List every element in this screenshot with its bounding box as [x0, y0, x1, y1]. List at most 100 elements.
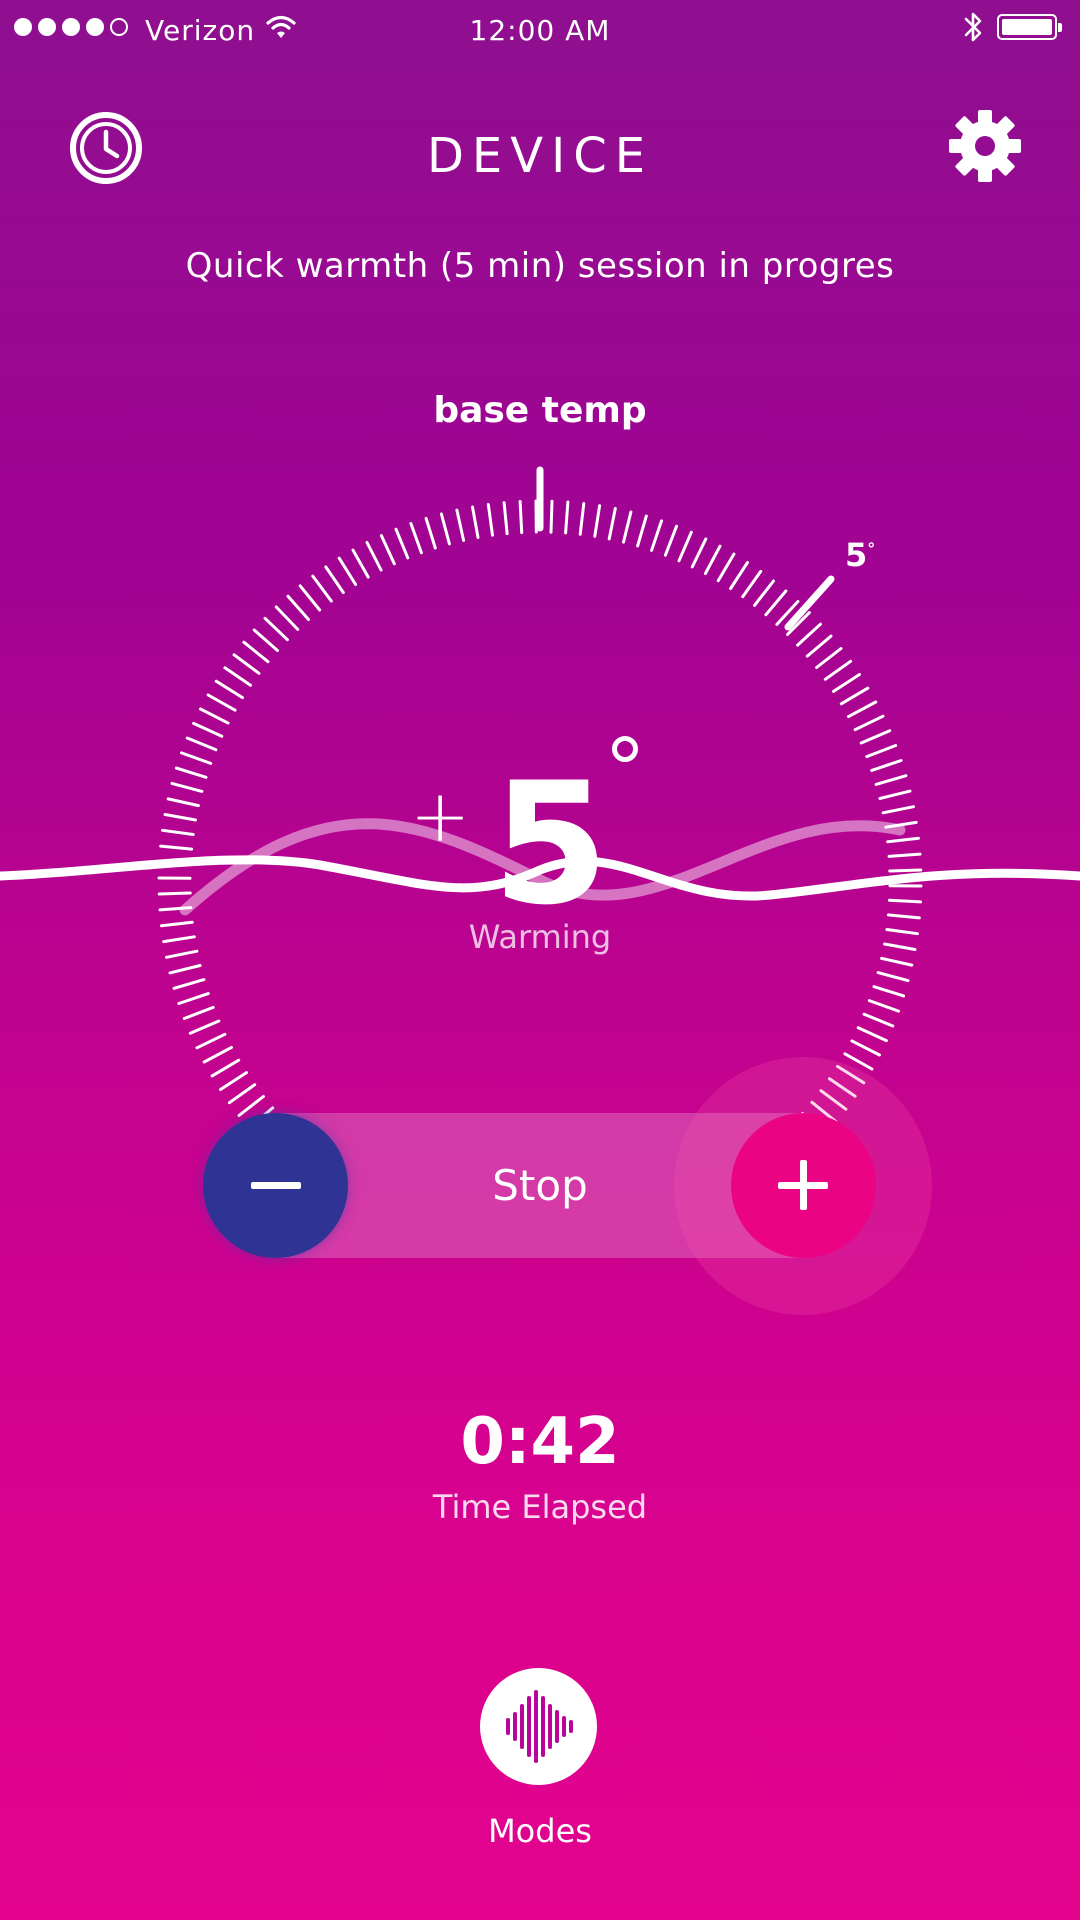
- dial-tick: [888, 868, 923, 873]
- dial-tick: [764, 589, 788, 617]
- dial-tick: [471, 505, 480, 539]
- dial-tick: [252, 628, 279, 652]
- dial-tick: [159, 844, 194, 851]
- dial-tick: [210, 1058, 241, 1078]
- dial-tick: [192, 721, 224, 738]
- minus-icon: [251, 1182, 301, 1189]
- temperature-sign: +: [410, 774, 471, 858]
- dial-tick: [650, 519, 663, 552]
- dial-tick: [188, 1019, 221, 1035]
- elapsed-time-label: Time Elapsed: [432, 1488, 648, 1526]
- dial-tick: [195, 1032, 227, 1050]
- dial-tick: [157, 891, 192, 896]
- modes-label: Modes: [488, 1812, 592, 1850]
- dial-tick: [172, 978, 206, 990]
- bluetooth-icon: [964, 12, 982, 42]
- degree-icon: [612, 736, 638, 762]
- dial-tick: [166, 797, 200, 808]
- dial-tick: [850, 1039, 881, 1057]
- increase-temp-button[interactable]: [731, 1113, 876, 1258]
- dial-tick: [865, 744, 898, 759]
- dial-tick: [242, 640, 270, 664]
- dial-tick: [805, 634, 833, 658]
- dial-tick: [337, 556, 358, 586]
- dial-tick: [859, 729, 892, 745]
- dial-setpoint-marker: [784, 575, 835, 631]
- dial-tick: [174, 766, 208, 779]
- dial-tick: [880, 956, 914, 967]
- dial-tick: [223, 666, 252, 687]
- dial-tick: [786, 611, 811, 636]
- dial-tick: [263, 616, 289, 642]
- dial-tick: [168, 964, 202, 975]
- temperature-readout: + 5: [410, 736, 670, 928]
- dial-tick: [202, 1045, 233, 1064]
- dial-tick: [409, 522, 423, 555]
- dial-tick: [163, 813, 197, 822]
- modes-button[interactable]: [480, 1668, 597, 1785]
- dial-tick: [884, 820, 918, 829]
- dial-tick: [214, 679, 244, 700]
- dial-label: base temp: [433, 390, 647, 431]
- dial-tick: [161, 828, 195, 836]
- dial-tick: [578, 502, 586, 536]
- dial-tick: [870, 759, 903, 772]
- dial-tick: [832, 673, 861, 693]
- gear-icon[interactable]: [947, 108, 1023, 184]
- dial-tick: [839, 686, 870, 706]
- dial-tick: [775, 600, 800, 626]
- dial-status: Warming: [468, 918, 612, 956]
- dial-tick: [237, 1095, 265, 1117]
- status-bar: Verizon 12:00 AM: [0, 0, 1080, 62]
- dial-tick: [856, 1026, 888, 1043]
- dial-tick: [199, 707, 230, 725]
- dial-tick: [716, 552, 736, 583]
- dial-tick: [227, 1083, 257, 1105]
- dial-tick: [158, 860, 192, 866]
- dial-tick: [324, 565, 345, 594]
- dial-tick: [486, 503, 494, 537]
- dial-tick: [622, 510, 633, 544]
- dial-tick: [177, 992, 210, 1005]
- dial-tick: [379, 534, 396, 566]
- dial-tick: [874, 774, 908, 786]
- temperature-dial[interactable]: [0, 0, 1080, 1920]
- dial-tick: [274, 605, 300, 631]
- dial-tick: [180, 751, 213, 765]
- decrease-temp-button[interactable]: [203, 1113, 348, 1258]
- dial-tick: [158, 906, 193, 912]
- dial-tick: [867, 999, 900, 1013]
- dial-tick: [878, 789, 912, 800]
- dial-tick: [298, 584, 322, 612]
- dial-tick: [636, 514, 648, 548]
- dial-tick: [823, 659, 853, 681]
- session-status-text: Quick warmth (5 min) session in progres: [185, 246, 895, 286]
- battery-icon: [997, 14, 1062, 40]
- dial-tick: [311, 574, 333, 603]
- dial-tick: [886, 836, 920, 844]
- dial-tick: [170, 781, 204, 793]
- dial-tick: [690, 537, 708, 569]
- temperature-value: 5: [492, 746, 609, 942]
- status-time: 12:00 AM: [469, 14, 611, 47]
- dial-tick: [607, 507, 617, 541]
- dial-tick: [888, 898, 922, 904]
- dial-tick: [593, 504, 602, 538]
- stop-button[interactable]: Stop: [440, 1146, 640, 1226]
- dial-tick: [365, 541, 383, 572]
- dial-tick: [862, 1012, 895, 1028]
- dial-tick: [753, 579, 775, 607]
- dial-tick: [232, 653, 261, 675]
- dial-tick: [881, 805, 915, 815]
- dial-tick: [549, 499, 554, 534]
- dial-tick: [351, 548, 370, 579]
- dial-tick: [796, 622, 822, 647]
- waveform-icon: [506, 1690, 573, 1763]
- dial-tick: [206, 693, 237, 712]
- dial-tick: [729, 561, 749, 590]
- dial-tick: [703, 544, 722, 575]
- dial-tick: [455, 508, 466, 542]
- dial-tick: [286, 594, 310, 621]
- dial-tick: [815, 647, 843, 669]
- dial-tick: [439, 512, 451, 546]
